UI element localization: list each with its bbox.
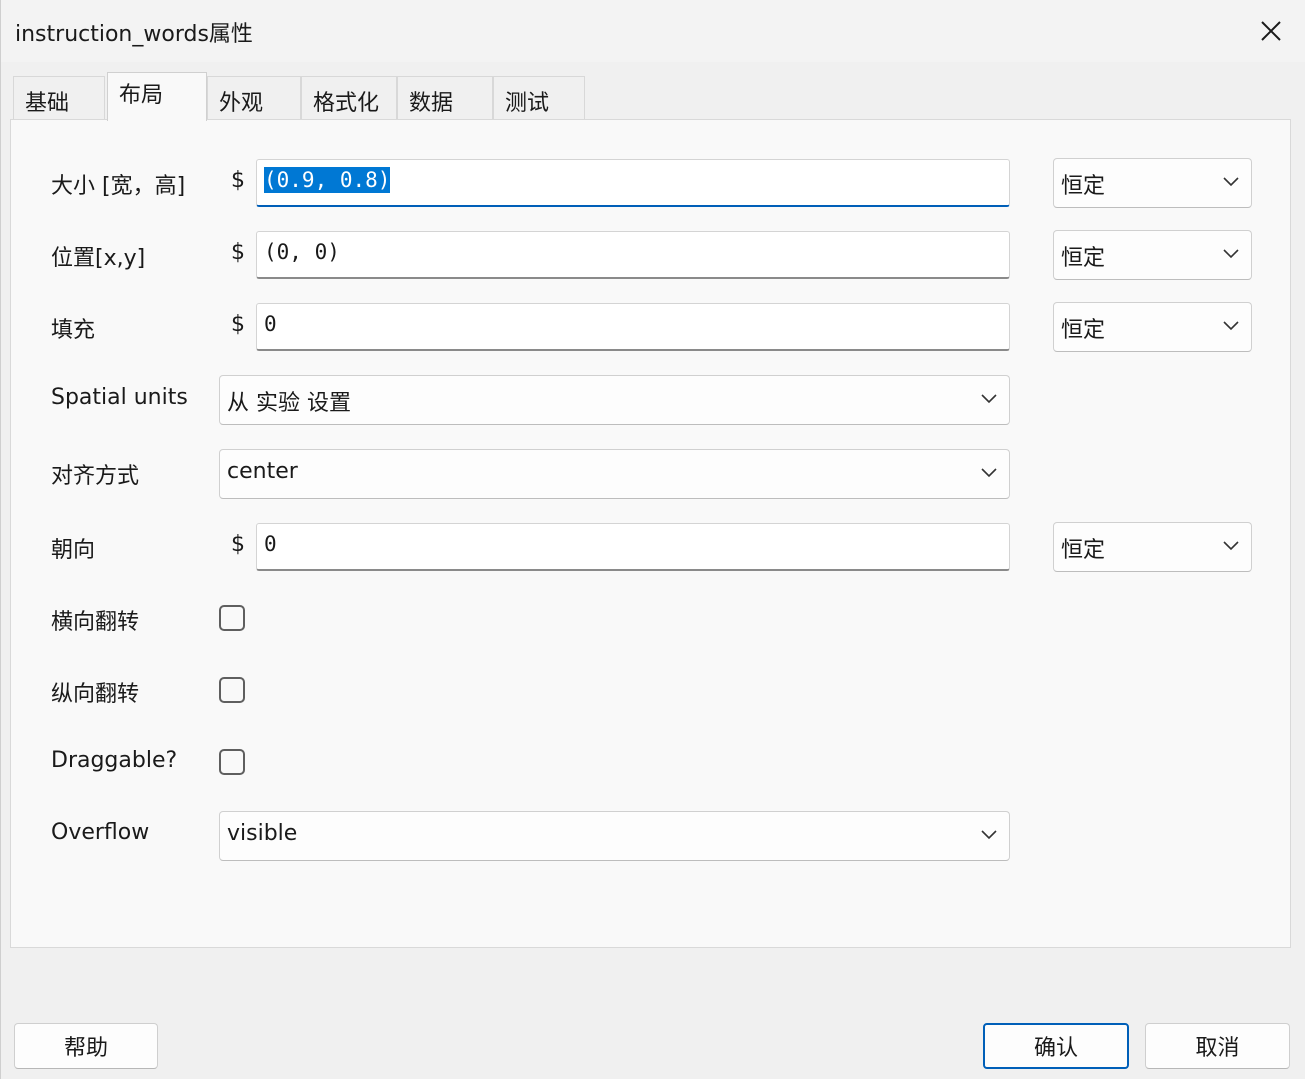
orientation-input[interactable]: 0 (256, 523, 1010, 571)
tab-layout[interactable]: 布局 (107, 72, 207, 121)
chevron-down-icon (1223, 249, 1239, 259)
flip-vertical-checkbox[interactable] (219, 677, 245, 703)
flip-horizontal-checkbox[interactable] (219, 605, 245, 631)
chevron-down-icon (1223, 541, 1239, 551)
padding-update-select[interactable]: 恒定 (1053, 302, 1252, 352)
ok-button[interactable]: 确认 (983, 1023, 1129, 1069)
position-input[interactable]: (0, 0) (256, 231, 1010, 279)
padding-label: 填充 (51, 318, 96, 343)
size-input[interactable]: (0.9, 0.8) (256, 159, 1010, 207)
alignment-label: 对齐方式 (51, 464, 140, 489)
tab-data[interactable]: 数据 (397, 76, 493, 120)
chevron-down-icon (981, 394, 997, 404)
chevron-down-icon (1223, 321, 1239, 331)
draggable-label: Draggable? (51, 748, 178, 773)
chevron-down-icon (1223, 177, 1239, 187)
position-update-select[interactable]: 恒定 (1053, 230, 1252, 280)
orientation-label: 朝向 (51, 538, 96, 563)
padding-input[interactable]: 0 (256, 303, 1010, 351)
size-update-value: 恒定 (1061, 174, 1106, 199)
overflow-select[interactable]: visible (219, 811, 1010, 861)
tab-appearance[interactable]: 外观 (207, 76, 301, 120)
spatial-units-select[interactable]: 从 实验 设置 (219, 375, 1010, 425)
title-bar: instruction_words属性 (1, 0, 1305, 62)
size-value-selection: (0.9, 0.8) (264, 167, 391, 193)
size-label: 大小 [宽，高] (51, 174, 186, 199)
help-button[interactable]: 帮助 (14, 1023, 158, 1069)
orientation-code-prefix: $ (231, 532, 245, 557)
size-update-select[interactable]: 恒定 (1053, 158, 1252, 208)
tab-formatting[interactable]: 格式化 (301, 76, 397, 120)
chevron-down-icon (981, 468, 997, 478)
spatial-units-value: 从 实验 设置 (227, 391, 351, 416)
cancel-button[interactable]: 取消 (1145, 1023, 1290, 1069)
orientation-update-value: 恒定 (1061, 538, 1106, 563)
alignment-value: center (227, 459, 298, 484)
position-code-prefix: $ (231, 240, 245, 265)
tab-testing[interactable]: 测试 (493, 76, 585, 120)
chevron-down-icon (981, 830, 997, 840)
overflow-value: visible (227, 821, 298, 846)
alignment-select[interactable]: center (219, 449, 1010, 499)
tab-basic[interactable]: 基础 (13, 76, 105, 120)
position-label: 位置[x,y] (51, 246, 146, 271)
flip-vertical-label: 纵向翻转 (51, 682, 140, 707)
padding-update-value: 恒定 (1061, 318, 1106, 343)
close-button[interactable] (1236, 0, 1305, 62)
window-title: instruction_words属性 (15, 22, 253, 47)
flip-horizontal-label: 横向翻转 (51, 610, 140, 635)
draggable-checkbox[interactable] (219, 749, 245, 775)
spatial-units-label: Spatial units (51, 385, 188, 410)
close-icon (1261, 21, 1281, 41)
position-update-value: 恒定 (1061, 246, 1106, 271)
orientation-update-select[interactable]: 恒定 (1053, 522, 1252, 572)
padding-code-prefix: $ (231, 312, 245, 337)
size-code-prefix: $ (231, 168, 245, 193)
overflow-label: Overflow (51, 820, 150, 845)
properties-dialog: instruction_words属性 基础 布局 外观 格式化 数据 测试 大… (0, 0, 1305, 1079)
